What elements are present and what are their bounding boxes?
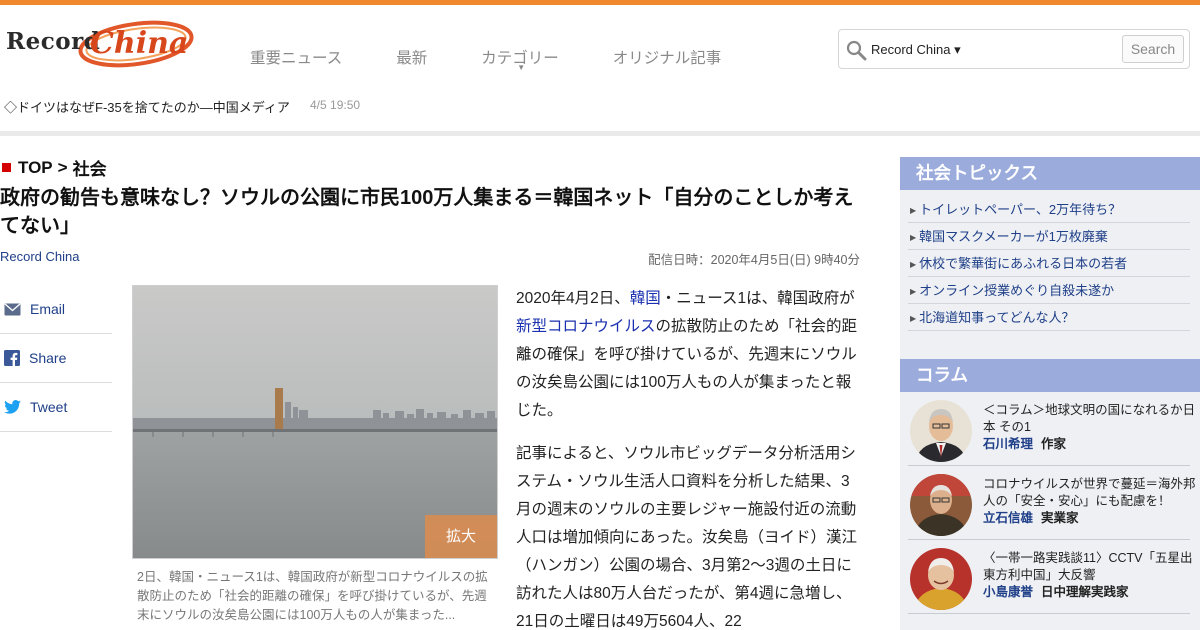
share-facebook-button[interactable]: Share	[0, 334, 112, 383]
column-title: コロナウイルスが世界で蔓延＝海外邦人の「安全・安心」にも配慮を！	[983, 477, 1196, 508]
column-item[interactable]: 〈一帯一路実践談11〉CCTV「五星出東方利中国」大反響 小島康誉 日中理解実践家	[908, 540, 1193, 614]
enlarge-photo-button[interactable]: 拡大	[425, 515, 497, 558]
share-twitter-label: Tweet	[30, 399, 68, 415]
topic-link[interactable]: ▶ トイレットペーパー、2万年待ち？	[908, 196, 1190, 223]
breadcrumb-separator: >	[57, 157, 68, 177]
share-twitter-button[interactable]: Tweet	[0, 383, 112, 432]
column-author-role: 実業家	[1041, 511, 1079, 525]
column-author: 立石信雄	[983, 511, 1034, 525]
avatar	[910, 400, 972, 462]
search-button[interactable]: Search	[1122, 35, 1184, 63]
article-publish-date: 配信日時：2020年4月5日(日) 9時40分	[648, 253, 860, 267]
topic-label: トイレットペーパー、2万年待ち？	[919, 202, 1122, 217]
author-portrait	[910, 548, 972, 610]
column-title: 〈一帯一路実践談11〉CCTV「五星出東方利中国」大反響	[983, 551, 1193, 582]
top-accent-bar	[0, 0, 1200, 5]
article-paragraph: 2020年4月2日、韓国・ニュース1は、韓国政府が新型コロナウイルスの拡散防止の…	[516, 285, 862, 425]
column-byline: 石川希理 作家	[983, 436, 1199, 453]
column-text: 〈一帯一路実践談11〉CCTV「五星出東方利中国」大反響 小島康誉 日中理解実践家	[983, 550, 1199, 601]
logo-text-record: Record	[6, 28, 101, 55]
sidebar: 社会トピックス ▶ トイレットペーパー、2万年待ち？ ▶ 韓国マスクメーカーが1万枚…	[900, 157, 1200, 630]
article-source-link[interactable]: Record China	[0, 249, 80, 264]
column-author: 小島康誉	[983, 585, 1034, 599]
topics-list: ▶ トイレットペーパー、2万年待ち？ ▶ 韓国マスクメーカーが1万枚廃棄 ▶ 休校で繁…	[908, 196, 1190, 331]
ticker-headline-link[interactable]: ◇ドイツはなぜF-35を捨てたのか―中国メディア	[4, 97, 290, 116]
breadcrumb-section-link[interactable]: 社会	[73, 155, 107, 180]
site-logo[interactable]: Record China	[4, 14, 194, 70]
breadcrumb: TOP > 社会	[2, 155, 107, 180]
triangle-right-icon: ▶	[910, 206, 917, 215]
sidebar-column-heading: コラム	[900, 359, 1200, 392]
column-item[interactable]: コロナウイルスが世界で蔓延＝海外邦人の「安全・安心」にも配慮を！ 立石信雄 実業家	[908, 466, 1196, 540]
column-text: ＜コラム＞地球文明の国になれるか日本 その1 石川希理 作家	[983, 402, 1199, 453]
sidebar-topics-heading: 社会トピックス	[900, 157, 1200, 190]
triangle-right-icon: ▶	[910, 314, 917, 323]
breadcrumb-top-link[interactable]: TOP	[18, 158, 53, 178]
column-author-role: 作家	[1041, 437, 1067, 451]
search-scope-select[interactable]: Record China ▾	[871, 42, 961, 58]
column-byline: 立石信雄 実業家	[983, 510, 1199, 527]
column-item[interactable]: ＜コラム＞地球文明の国になれるか日本 その1 石川希理 作家	[908, 392, 1195, 466]
nav-category[interactable]: カテゴリー ▼	[481, 46, 559, 72]
link-coronavirus[interactable]: 新型コロナウイルス	[516, 318, 656, 335]
column-text: コロナウイルスが世界で蔓延＝海外邦人の「安全・安心」にも配慮を！ 立石信雄 実業家	[983, 476, 1199, 527]
triangle-right-icon: ▶	[910, 233, 917, 242]
search-icon	[846, 40, 867, 61]
main-nav: 重要ニュース 最新 カテゴリー ▼ オリジナル記事	[250, 46, 775, 72]
topic-link[interactable]: ▶ 北海道知事ってどんな人？	[908, 304, 1190, 331]
column-author: 石川希理	[983, 437, 1034, 451]
facebook-icon	[4, 350, 20, 366]
topic-label: オンライン授業めぐり自殺未遂か	[919, 283, 1115, 298]
nav-latest[interactable]: 最新	[396, 46, 427, 68]
author-portrait	[910, 474, 972, 536]
logo-text-china: China	[90, 26, 189, 61]
caret-down-icon: ▼	[517, 63, 526, 72]
ticker-time: 4/5 19:50	[310, 98, 361, 112]
share-facebook-label: Share	[29, 350, 67, 366]
article-title: 政府の勧告も意味なし？ソウルの公園に市民100万人集まる＝韓国ネット「自分のこと…	[0, 187, 854, 237]
breadcrumb-marker-icon	[2, 163, 11, 172]
share-email-button[interactable]: Email	[0, 285, 112, 334]
topic-label: 北海道知事ってどんな人？	[919, 310, 1075, 325]
triangle-right-icon: ▶	[910, 260, 917, 269]
share-email-label: Email	[30, 301, 66, 317]
triangle-right-icon: ▶	[910, 287, 917, 296]
topic-link[interactable]: ▶ オンライン授業めぐり自殺未遂か	[908, 277, 1190, 304]
article-paragraph: 記事によると、ソウル市ビッグデータ分析活用システム・ソウル生活人口資料を分析した…	[516, 445, 858, 630]
topic-link[interactable]: ▶ 韓国マスクメーカーが1万枚廃棄	[908, 223, 1190, 250]
topic-label: 休校で繁華街にあふれる日本の若者	[919, 256, 1128, 271]
author-portrait	[910, 400, 972, 462]
nav-original-articles[interactable]: オリジナル記事	[613, 46, 722, 68]
article-body: 2020年4月2日、韓国・ニュース1は、韓国政府が新型コロナウイルスの拡散防止の…	[516, 285, 862, 630]
share-panel: Email Share Tweet	[0, 285, 112, 432]
email-icon	[4, 302, 21, 315]
nav-important-news[interactable]: 重要ニュース	[250, 46, 342, 68]
twitter-icon	[4, 400, 21, 414]
header-divider	[0, 131, 1200, 136]
column-byline: 小島康誉 日中理解実践家	[983, 584, 1199, 601]
search-input[interactable]	[967, 36, 1117, 62]
column-title: ＜コラム＞地球文明の国になれるか日本 その1	[983, 403, 1196, 434]
photo-caption: 2日、韓国・ニュース1は、韓国政府が新型コロナウイルスの拡散防止のため「社会的距…	[137, 570, 488, 622]
column-author-role: 日中理解実践家	[1041, 585, 1129, 599]
topic-label: 韓国マスクメーカーが1万枚廃棄	[919, 229, 1108, 244]
topic-link[interactable]: ▶ 休校で繁華街にあふれる日本の若者	[908, 250, 1190, 277]
paragraph-text: 2020年4月2日、	[516, 290, 630, 307]
avatar	[910, 474, 972, 536]
avatar	[910, 548, 972, 610]
search-box: Record China ▾ Search	[838, 29, 1190, 69]
paragraph-text: ・ニュース1は、韓国政府が	[660, 290, 855, 307]
link-korea[interactable]: 韓国	[630, 290, 661, 307]
